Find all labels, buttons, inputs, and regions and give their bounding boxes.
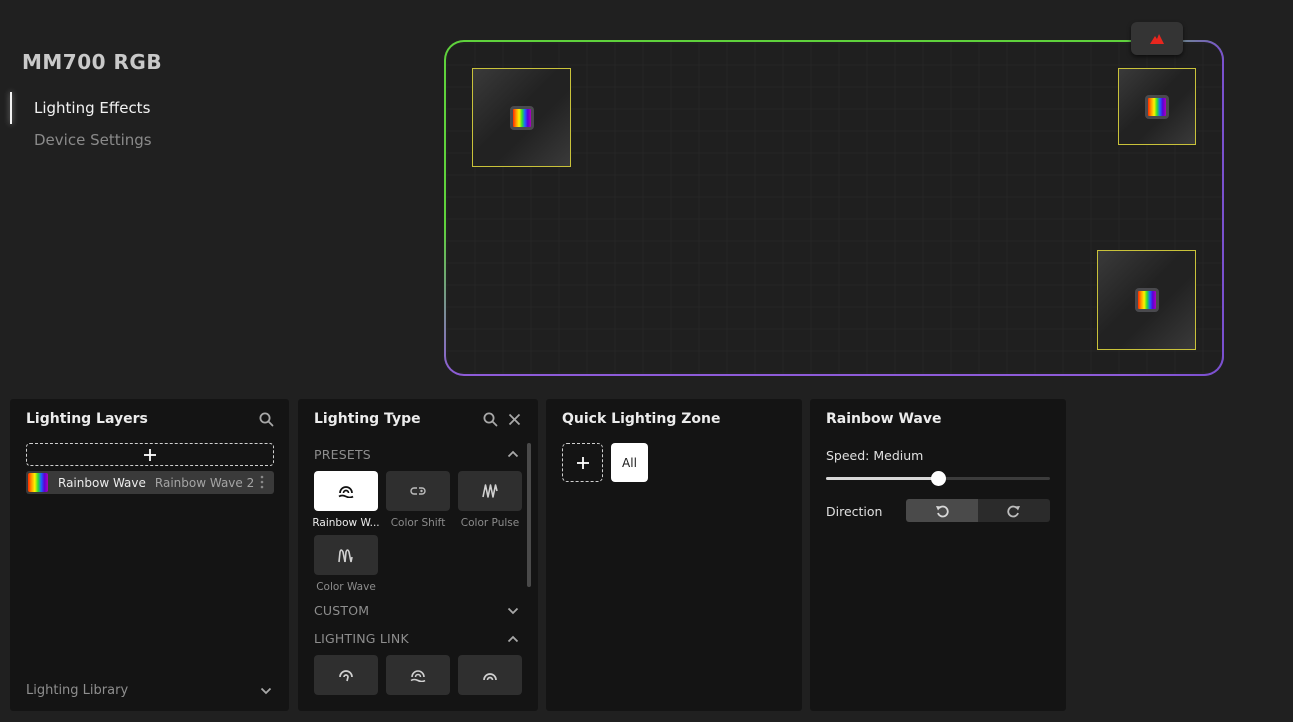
chevron-up-icon[interactable] [506,634,520,644]
scrollbar[interactable] [527,443,531,587]
rainbow-wave-icon [338,486,354,498]
more-vertical-icon[interactable] [260,475,264,494]
lighting-link-rainbow-arc[interactable] [458,655,522,695]
direction-clockwise-button[interactable] [978,499,1050,522]
layer-item[interactable]: Rainbow Wave Rainbow Wave 2 [26,471,274,494]
direction-toggle-group [906,499,1050,522]
lighting-type-panel: Lighting Type PRESETS Rainbow W... Color… [298,399,538,711]
preset-label: Color Pulse [460,517,520,529]
layer-subtitle: Rainbow Wave 2 [154,475,255,490]
plus-icon [144,448,156,461]
effect-settings-title: Rainbow Wave [826,411,942,427]
spiral-icon [339,670,353,682]
preset-color-pulse[interactable] [458,471,522,511]
preset-rainbow-wave[interactable] [314,471,378,511]
rainbow-led-icon [1145,94,1169,119]
preset-color-shift[interactable] [386,471,450,511]
rotate-clockwise-icon [1007,505,1020,517]
direction-label: Direction [826,504,883,519]
lighting-layers-panel: Lighting Layers Rainbow Wave Rainbow Wav… [10,399,289,711]
zone-top-left[interactable] [472,68,571,167]
chevron-up-icon[interactable] [506,449,520,459]
preset-label: Color Wave [316,581,376,593]
device-title: MM700 RGB [22,50,163,74]
preset-color-wave[interactable] [314,535,378,575]
lighting-link-section-toggle[interactable]: LIGHTING LINK [314,631,409,646]
corsair-sails-icon [1150,33,1164,44]
nav-active-indicator [10,92,12,124]
plus-icon [576,456,589,469]
speed-label: Speed: Medium [826,448,924,463]
quick-lighting-zone-title: Quick Lighting Zone [562,411,721,427]
rotate-counterclockwise-icon [936,505,949,517]
speed-slider[interactable] [826,471,1050,486]
lighting-type-title: Lighting Type [314,411,421,427]
rainbow-arc-icon [483,673,497,681]
rainbow-led-icon [1134,288,1159,312]
custom-section-toggle[interactable]: CUSTOM [314,603,369,618]
zone-bottom-right[interactable] [1097,250,1196,350]
rainbow-led-icon [509,105,534,130]
mousepad-preview [444,40,1224,376]
lighting-link-rainbow-wave[interactable] [386,655,450,695]
search-icon[interactable] [257,410,275,428]
slider-fill [826,477,938,480]
color-pulse-icon [482,484,498,498]
corsair-logo-tab [1131,22,1183,55]
presets-section-toggle[interactable]: PRESETS [314,447,371,462]
color-wave-icon [338,549,353,563]
slider-thumb[interactable] [931,471,946,486]
quick-lighting-zone-panel: Quick Lighting Zone All [546,399,802,711]
zone-top-right[interactable] [1118,68,1196,145]
layer-name: Rainbow Wave [58,475,146,490]
lighting-link-spiral[interactable] [314,655,378,695]
direction-counterclockwise-button[interactable] [906,499,978,522]
effect-settings-panel: Rainbow Wave Speed: Medium Direction [810,399,1066,711]
nav-item-lighting-effects[interactable]: Lighting Effects [34,99,150,117]
nav-item-device-settings[interactable]: Device Settings [34,131,152,149]
chevron-down-icon[interactable] [259,685,273,697]
rainbow-swatch-icon [28,473,48,492]
close-icon[interactable] [505,410,523,428]
chevron-down-icon[interactable] [506,606,520,616]
search-icon[interactable] [481,410,499,428]
lighting-layers-title: Lighting Layers [26,411,148,427]
add-layer-button[interactable] [26,443,274,466]
preset-label: Color Shift [390,517,446,529]
color-shift-icon [410,487,426,495]
zone-all-button[interactable]: All [611,443,648,482]
add-zone-button[interactable] [562,443,603,482]
rainbow-wave-icon [410,670,426,682]
preset-label: Rainbow W... [312,517,380,529]
lighting-library-toggle[interactable]: Lighting Library [26,683,128,698]
